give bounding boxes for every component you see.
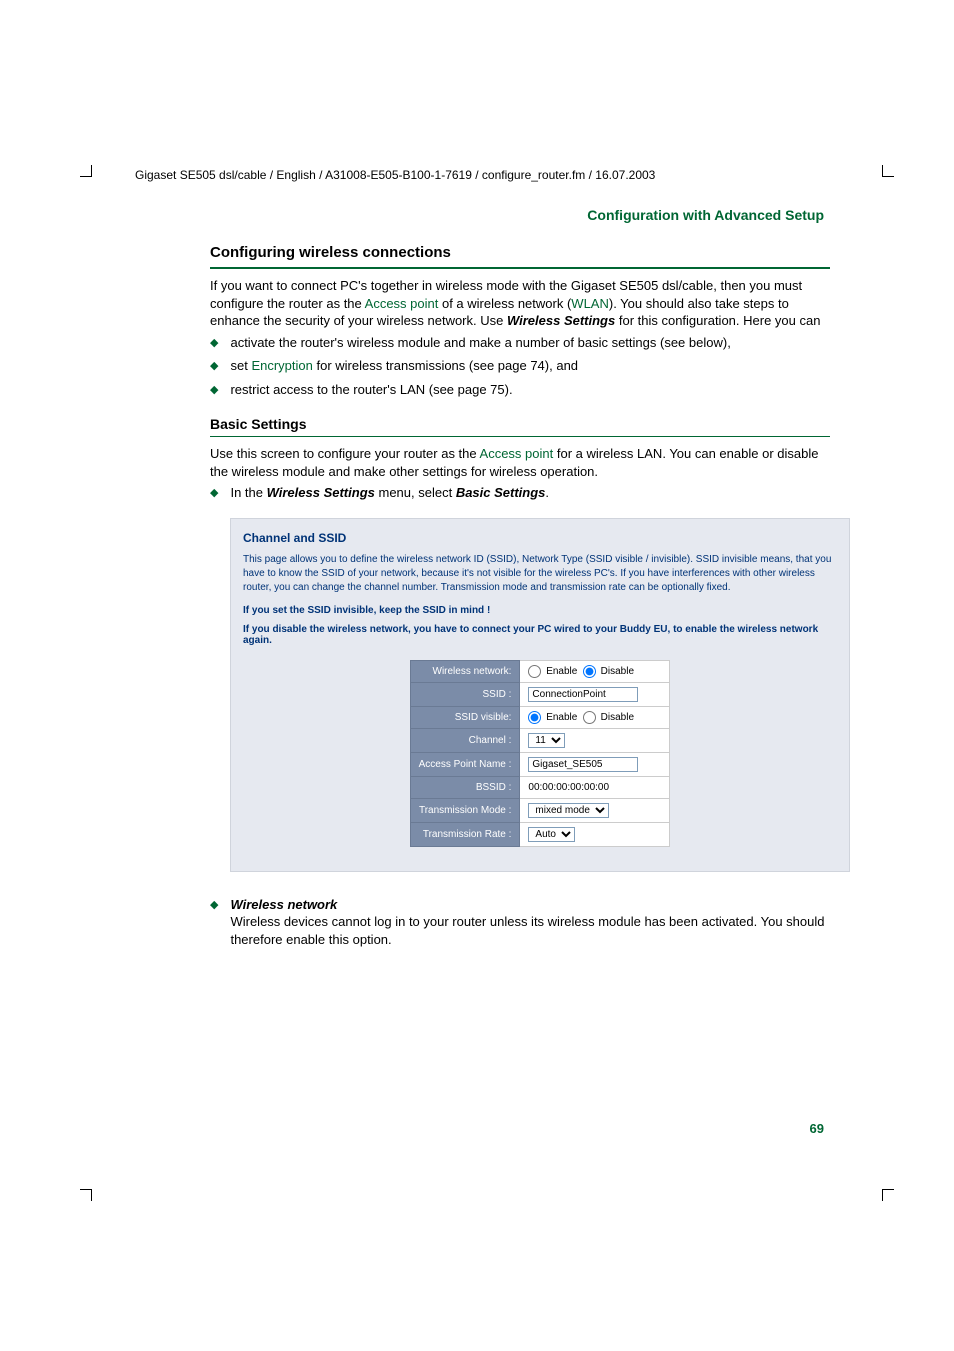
- link-encryption: Encryption: [251, 358, 312, 373]
- screenshot-warning-1: If you set the SSID invisible, keep the …: [243, 605, 837, 616]
- page-header: Configuration with Advanced Setup: [587, 207, 824, 223]
- select-tx-rate[interactable]: Auto: [528, 827, 575, 842]
- document-path: Gigaset SE505 dsl/cable / English / A310…: [135, 168, 655, 182]
- label-bssid: BSSID :: [410, 776, 520, 798]
- subsection-bullet-list: ◆ In the Wireless Settings menu, select …: [210, 484, 830, 502]
- label-tx-mode: Transmission Mode :: [410, 798, 520, 822]
- subsection-heading: Basic Settings: [210, 416, 830, 437]
- label-ssid-visible: SSID visible:: [410, 706, 520, 728]
- intro-bullet-list: ◆ activate the router's wireless module …: [210, 334, 830, 399]
- subsection-paragraph: Use this screen to configure your router…: [210, 445, 830, 480]
- screenshot-description: This page allows you to define the wirel…: [243, 553, 837, 595]
- diamond-icon: ◆: [210, 359, 218, 374]
- radio-wireless-disable[interactable]: [583, 665, 596, 678]
- radio-label-enable: Enable: [546, 666, 577, 677]
- input-ap-name[interactable]: [528, 757, 638, 772]
- page-number: 69: [810, 1121, 824, 1136]
- intro-paragraph: If you want to connect PC's together in …: [210, 277, 830, 330]
- radio-ssid-visible-disable[interactable]: [583, 711, 596, 724]
- label-ssid: SSID :: [410, 682, 520, 706]
- radio-label-enable-2: Enable: [546, 712, 577, 723]
- label-channel: Channel :: [410, 728, 520, 752]
- screenshot-warning-2: If you disable the wireless network, you…: [243, 624, 837, 646]
- bold-wireless-network: Wireless network: [230, 897, 337, 912]
- diamond-icon: ◆: [210, 486, 218, 501]
- crop-mark-bottom-left: [80, 1189, 92, 1201]
- link-access-point: Access point: [365, 296, 439, 311]
- list-item: ◆ activate the router's wireless module …: [210, 334, 830, 352]
- select-tx-mode[interactable]: mixed mode: [528, 803, 609, 818]
- settings-table: Wireless network: Enable Disable SSID : …: [410, 660, 671, 847]
- link-wlan: WLAN: [571, 296, 609, 311]
- radio-ssid-visible-enable[interactable]: [528, 711, 541, 724]
- list-item: ◆ In the Wireless Settings menu, select …: [210, 484, 830, 502]
- select-channel[interactable]: 11: [528, 733, 565, 748]
- bold-wireless-settings: Wireless Settings: [507, 313, 615, 328]
- diamond-icon: ◆: [210, 336, 218, 351]
- label-ap-name: Access Point Name :: [410, 752, 520, 776]
- list-item: ◆ restrict access to the router's LAN (s…: [210, 381, 830, 399]
- diamond-icon: ◆: [210, 898, 218, 913]
- router-ui-screenshot: Channel and SSID This page allows you to…: [230, 518, 850, 872]
- radio-label-disable-2: Disable: [601, 712, 634, 723]
- crop-mark-bottom-right: [882, 1189, 894, 1201]
- section-heading: Configuring wireless connections: [210, 244, 830, 269]
- label-wireless-network: Wireless network:: [410, 660, 520, 682]
- diamond-icon: ◆: [210, 383, 218, 398]
- link-access-point-2: Access point: [480, 446, 554, 461]
- input-ssid[interactable]: [528, 687, 638, 702]
- post-screenshot-list: ◆ Wireless network Wireless devices cann…: [210, 896, 830, 949]
- value-bssid: 00:00:00:00:00:00: [520, 776, 670, 798]
- crop-mark-top-right: [882, 165, 894, 177]
- radio-wireless-enable[interactable]: [528, 665, 541, 678]
- crop-mark-top-left: [80, 165, 92, 177]
- radio-label-disable: Disable: [601, 666, 634, 677]
- screenshot-title: Channel and SSID: [243, 531, 837, 545]
- label-tx-rate: Transmission Rate :: [410, 822, 520, 846]
- list-item: ◆ set Encryption for wireless transmissi…: [210, 357, 830, 375]
- post-bullet-text: Wireless devices cannot log in to your r…: [230, 914, 824, 947]
- list-item: ◆ Wireless network Wireless devices cann…: [210, 896, 830, 949]
